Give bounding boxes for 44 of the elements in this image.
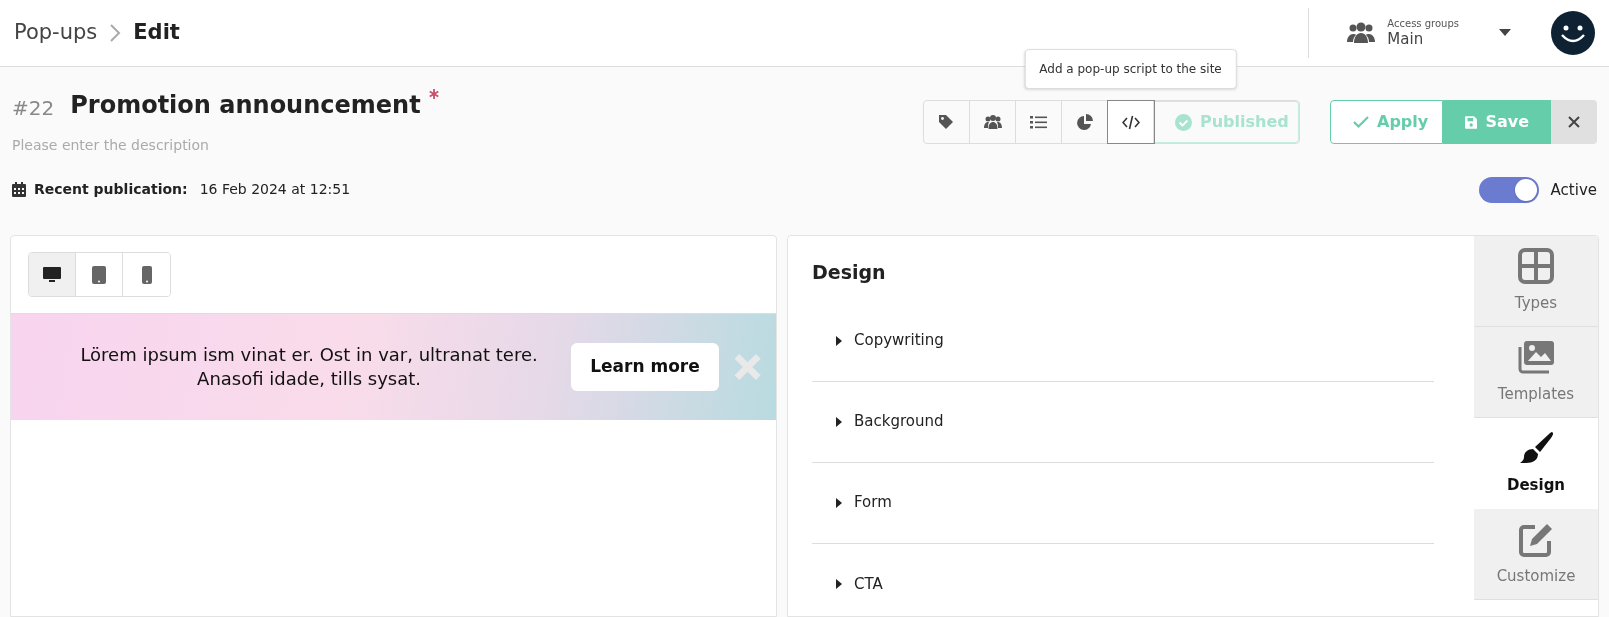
pie-chart-icon <box>1075 113 1094 131</box>
breadcrumb-current: Edit <box>133 19 180 47</box>
panel-title: Design <box>812 260 887 285</box>
accordion-section[interactable]: Background <box>812 381 1434 463</box>
tags-icon <box>937 113 956 131</box>
toggle-label: Active <box>1550 179 1597 201</box>
monitor-icon <box>42 264 62 285</box>
side-tab[interactable]: Templates <box>1474 327 1598 418</box>
access-groups-dropdown[interactable]: Access groups Main <box>1347 19 1511 47</box>
learn-more-button[interactable]: Learn more <box>571 343 719 391</box>
banner-text: Lörem ipsum ism vinat er. Ost in var, ultranat tere. Anasofi idade, tills sysat. <box>79 343 539 391</box>
popup-title: Promotion announcement <box>70 90 421 121</box>
chevron-right-icon <box>109 23 122 43</box>
avatar-icon[interactable] <box>1551 11 1595 55</box>
breadcrumb-link[interactable]: Pop-ups <box>14 17 98 49</box>
code-icon <box>1121 113 1140 131</box>
calendar-icon <box>12 182 26 197</box>
caret-down-icon <box>1499 29 1511 37</box>
publication-date: 16 Feb 2024 at 12:51 <box>199 180 351 199</box>
list-icon <box>1029 113 1048 131</box>
side-tab[interactable]: Customize <box>1474 509 1598 600</box>
checkmark-icon <box>1353 116 1369 128</box>
tablet-icon <box>89 264 109 285</box>
check-circle-icon <box>1175 113 1192 131</box>
users-icon <box>1347 22 1376 44</box>
accordion-section[interactable]: Copywriting <box>812 300 1434 382</box>
desktop-view-button[interactable] <box>29 253 76 296</box>
active-toggle[interactable] <box>1478 177 1539 203</box>
users-icon <box>983 113 1002 131</box>
grid-icon <box>1518 247 1554 284</box>
caret-icon <box>836 335 842 346</box>
caret-icon <box>836 497 842 508</box>
side-tab[interactable]: Types <box>1474 236 1598 327</box>
accordion-section[interactable]: CTA <box>812 543 1434 616</box>
caret-icon <box>836 579 842 589</box>
close-icon <box>1568 116 1580 128</box>
close-button[interactable] <box>1551 100 1597 144</box>
publication-label: Recent publication: <box>34 180 188 199</box>
tooltip: Add a pop-up script to the site <box>1024 49 1237 89</box>
caret-icon <box>836 416 842 427</box>
description-field[interactable]: Please enter the description <box>12 135 412 156</box>
accordion-section[interactable]: Form <box>812 462 1434 544</box>
popup-number: #22 <box>12 95 55 122</box>
images-icon <box>1518 338 1554 375</box>
